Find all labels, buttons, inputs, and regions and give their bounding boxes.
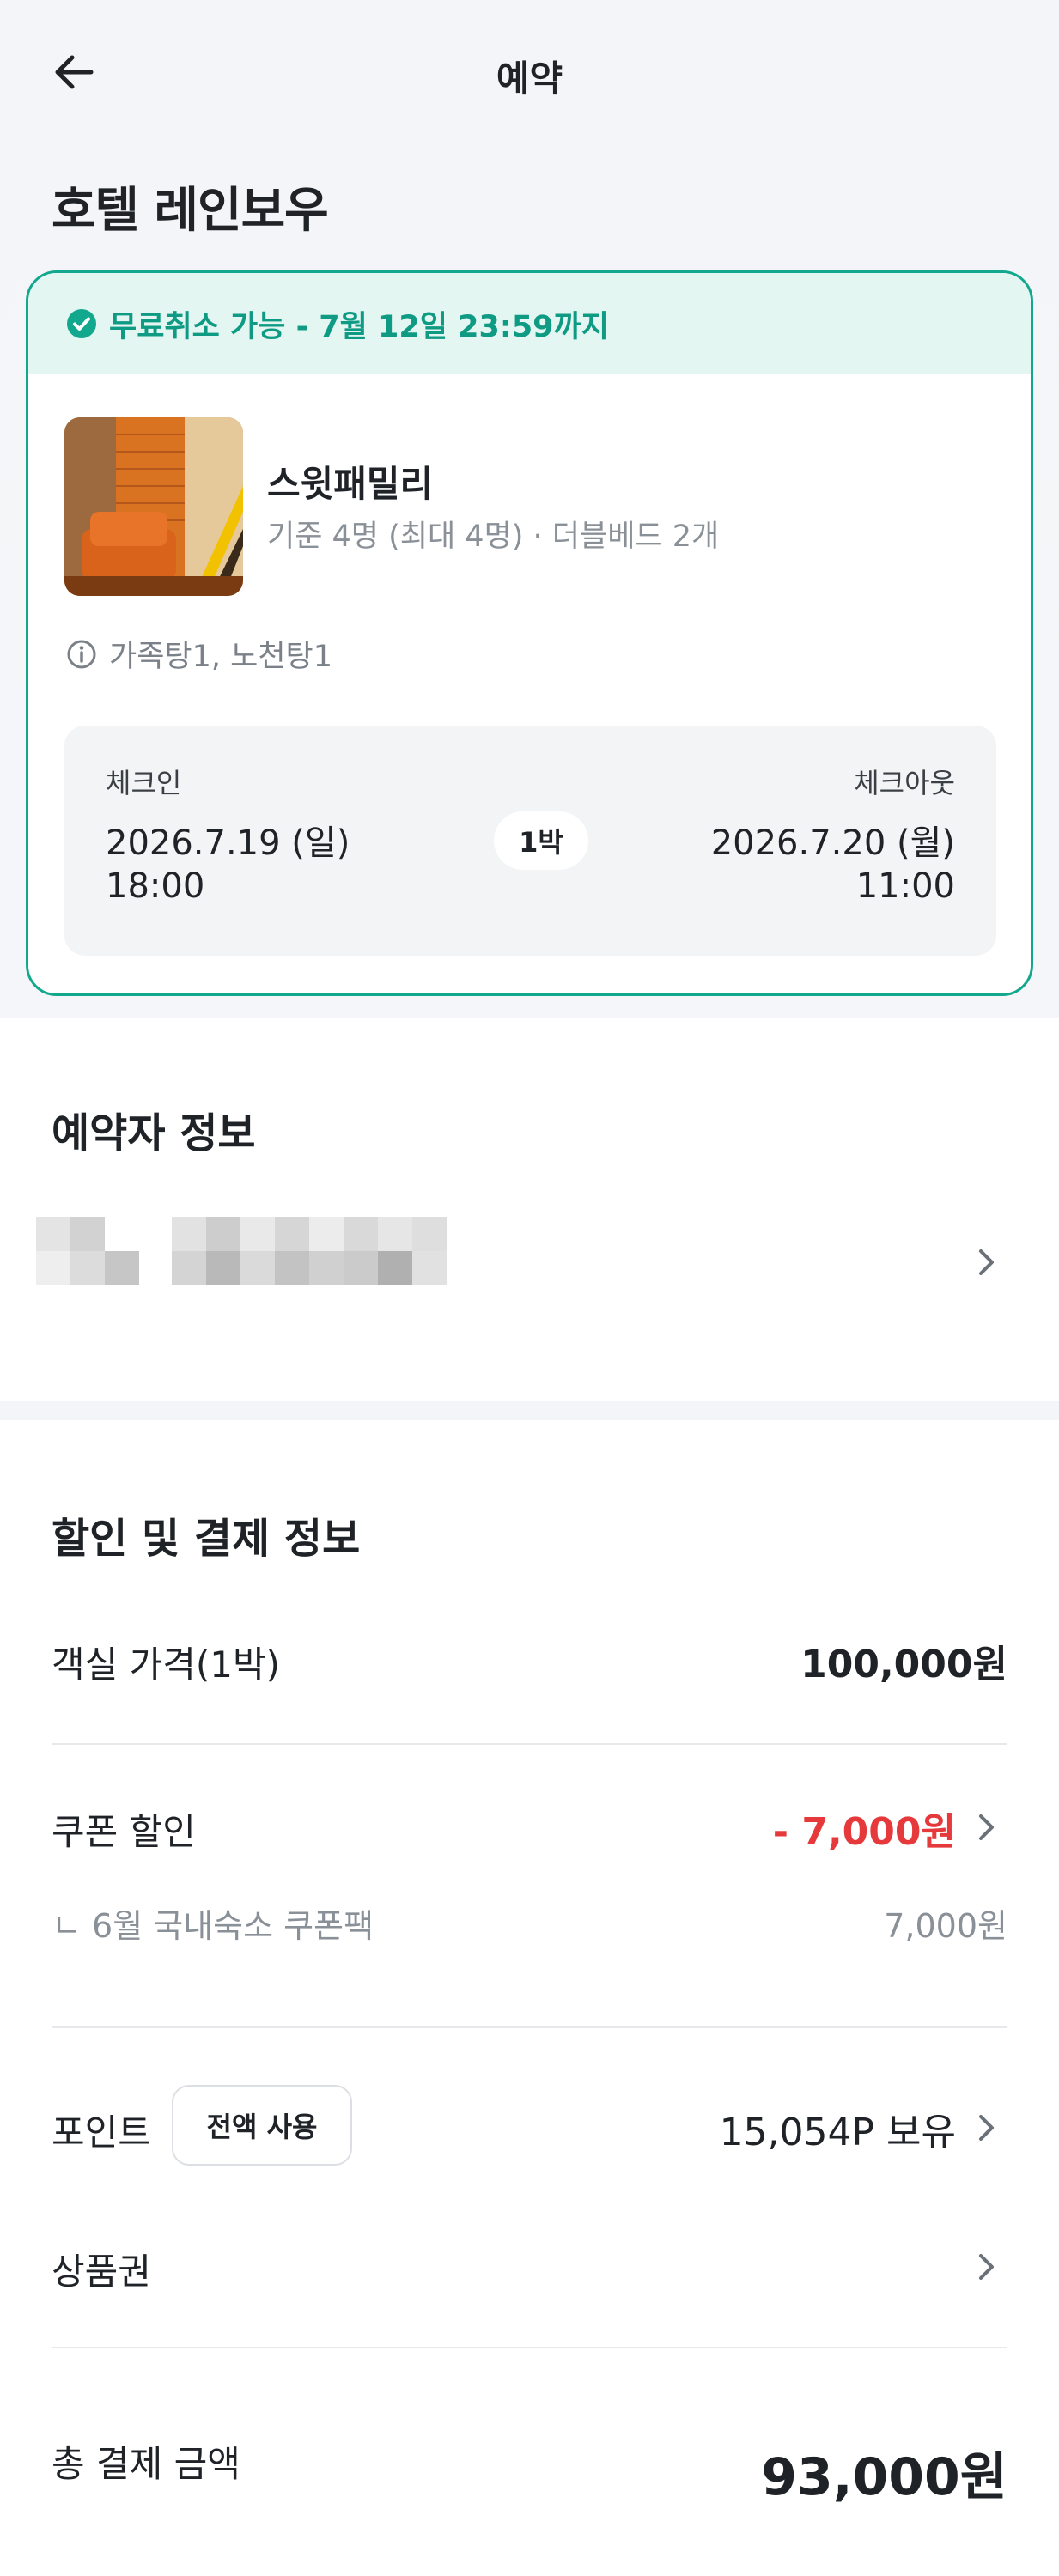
use-all-points-button[interactable]: 전액 사용: [172, 2085, 352, 2166]
coupon-label: 쿠폰 할인: [52, 1811, 196, 1853]
point-balance-value[interactable]: 15,054P 보유: [720, 2101, 956, 2156]
giftcard-chevron-right-icon[interactable]: [969, 2250, 1003, 2284]
room-description: 기준 4명 (최대 4명) · 더블베드 2개: [267, 519, 720, 554]
point-chevron-right-icon[interactable]: [969, 2111, 1003, 2145]
room-price-value: 100,000원: [800, 1643, 1007, 1686]
payment-section-title: 할인 및 결제 정보: [52, 1515, 361, 1563]
room-price-label: 객실 가격(1박): [52, 1643, 281, 1686]
info-icon: [67, 640, 96, 668]
checkin-label: 체크인: [106, 767, 182, 799]
room-name: 스윗패밀리: [267, 463, 434, 505]
checkin-date: 2026.7.19 (일): [106, 823, 350, 863]
total-amount-value: 93,000원: [761, 2447, 1007, 2507]
booker-chevron-right-icon[interactable]: [969, 1245, 1003, 1279]
divider-line: [52, 2026, 1007, 2028]
room-thumbnail: [64, 417, 243, 596]
stay-dates-box: 체크인 2026.7.19 (일) 18:00 1박 체크아웃 2026.7.2…: [64, 726, 996, 956]
coupon-chevron-right-icon[interactable]: [969, 1810, 1003, 1844]
coupon-item-value: 7,000원: [884, 1907, 1007, 1945]
booker-section: [0, 1018, 1059, 1401]
hotel-name: 호텔 레인보우: [52, 183, 329, 239]
booker-info-redacted[interactable]: [36, 1217, 474, 1285]
page-title: 예약: [496, 58, 563, 100]
giftcard-label[interactable]: 상품권: [52, 2243, 151, 2295]
checkin-time: 18:00: [106, 866, 205, 906]
divider-line: [52, 2347, 1007, 2348]
point-label: 포인트: [52, 2111, 151, 2154]
app-header: 예약: [0, 0, 1059, 146]
total-label: 총 결제 금액: [52, 2443, 240, 2485]
checkout-date: 2026.7.20 (월): [710, 823, 955, 863]
checkout-label: 체크아웃: [854, 767, 955, 799]
section-divider: [0, 1401, 1059, 1420]
coupon-discount-value[interactable]: - 7,000원: [773, 1801, 956, 1856]
amenity-info: 가족탕1, 노천탕1: [66, 632, 332, 676]
booker-section-title: 예약자 정보: [52, 1109, 256, 1157]
checkout-time: 11:00: [855, 866, 955, 906]
free-cancel-banner: 무료취소 가능 - 7월 12일 23:59까지: [28, 273, 1031, 374]
nights-badge: 1박: [494, 811, 588, 870]
coupon-item-label: ㄴ 6월 국내숙소 쿠폰팩: [52, 1907, 374, 1945]
divider-line: [52, 1743, 1007, 1745]
check-circle-icon: [67, 309, 96, 338]
free-cancel-text: 무료취소 가능 - 7월 12일 23:59까지: [109, 309, 609, 344]
amenity-text: 가족탕1, 노천탕1: [109, 640, 332, 674]
booking-card: 무료취소 가능 - 7월 12일 23:59까지 스윗패밀리 기준 4명 (최대…: [26, 270, 1033, 996]
